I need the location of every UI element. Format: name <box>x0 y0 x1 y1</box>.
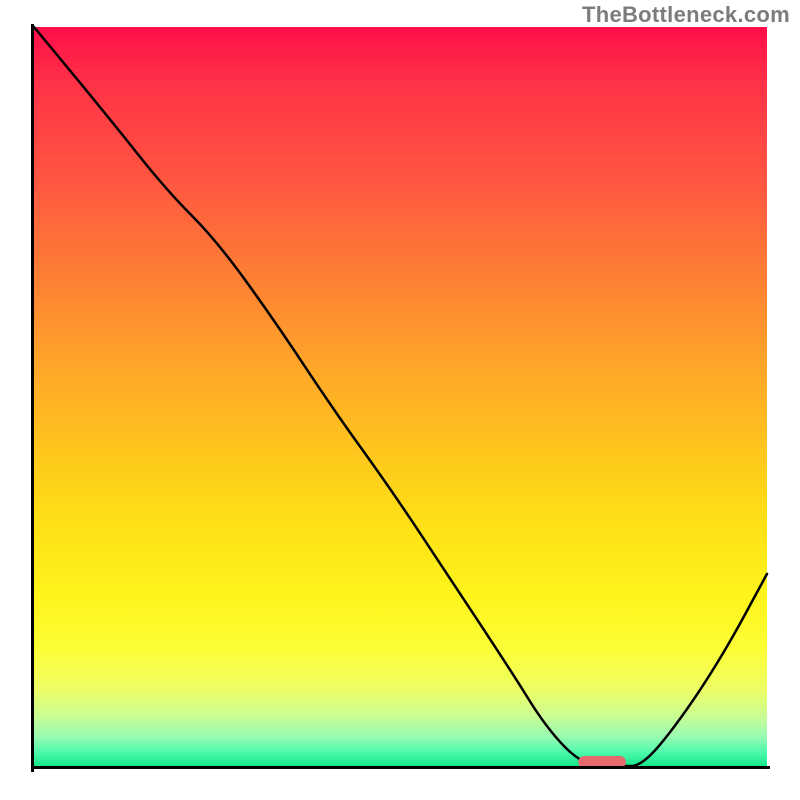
plot-area <box>34 27 767 766</box>
curve-path <box>34 27 767 766</box>
bottleneck-curve <box>34 27 767 766</box>
chart-frame: TheBottleneck.com <box>0 0 800 800</box>
x-axis <box>31 766 770 769</box>
y-axis <box>31 24 34 772</box>
attribution-text: TheBottleneck.com <box>582 2 790 28</box>
